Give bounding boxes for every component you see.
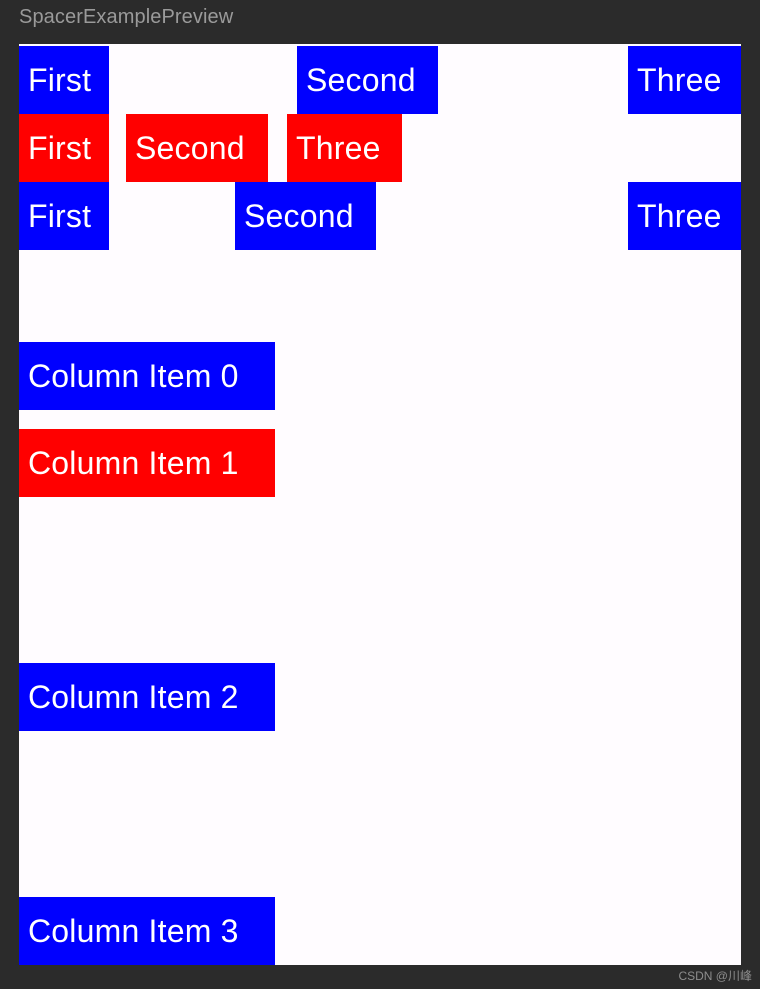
- column-item-0[interactable]: Column Item 0: [19, 342, 275, 410]
- column-section: Column Item 0 Column Item 1 Column Item …: [19, 294, 741, 965]
- row2-item-first[interactable]: First: [19, 114, 109, 182]
- row2-item-three[interactable]: Three: [287, 114, 402, 182]
- column-item-3[interactable]: Column Item 3: [19, 897, 275, 965]
- row-first-blue: First Second Three: [19, 46, 741, 114]
- column-item-2[interactable]: Column Item 2: [19, 663, 275, 731]
- row1-item-three[interactable]: Three: [628, 46, 741, 114]
- watermark: CSDN @川峰: [678, 969, 752, 983]
- preview-canvas: First Second Three First Second Three Fi…: [19, 44, 741, 965]
- row3-item-second[interactable]: Second: [235, 182, 376, 250]
- row1-item-second[interactable]: Second: [297, 46, 438, 114]
- row2-item-second[interactable]: Second: [126, 114, 268, 182]
- column-item-1[interactable]: Column Item 1: [19, 429, 275, 497]
- row3-item-first[interactable]: First: [19, 182, 109, 250]
- preview-title: SpacerExamplePreview: [19, 6, 234, 28]
- row-third-blue: First Second Three: [19, 182, 741, 250]
- row3-item-three[interactable]: Three: [628, 182, 741, 250]
- row-second-red: First Second Three: [19, 114, 741, 182]
- row1-item-first[interactable]: First: [19, 46, 109, 114]
